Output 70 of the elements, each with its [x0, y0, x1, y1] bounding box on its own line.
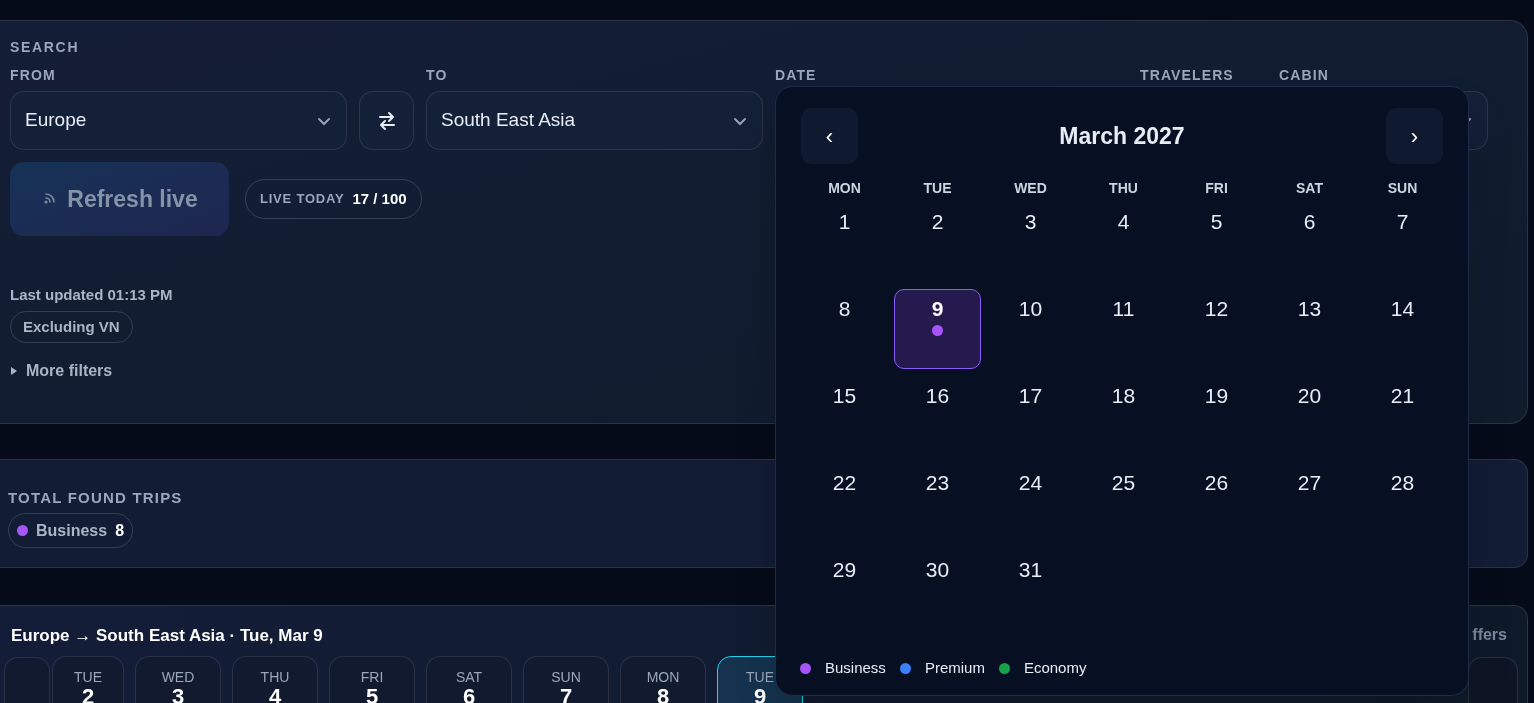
previous-month-button[interactable]: ‹	[801, 108, 858, 164]
weekday-label: SAT	[1296, 179, 1323, 198]
calendar-day[interactable]: 26	[1173, 463, 1260, 543]
calendar-day[interactable]: 22	[801, 463, 888, 543]
select-field[interactable]: South East Asia	[426, 91, 763, 150]
usage-label: LIVE TODAY	[260, 190, 345, 209]
calendar-day[interactable]: 11	[1080, 289, 1167, 369]
calendar-day[interactable]: 7	[1359, 202, 1446, 282]
calendar-day[interactable]: 23	[894, 463, 981, 543]
cabin-count: 8	[115, 520, 125, 541]
section-heading: SEARCH	[10, 39, 81, 55]
weekday-label: MON	[828, 179, 861, 198]
calendar-day[interactable]: 18	[1080, 376, 1167, 456]
weekday-label: TUE	[923, 179, 952, 198]
calendar-day[interactable]: 19	[1173, 376, 1260, 456]
calendar-day[interactable]: 3	[987, 202, 1074, 282]
calendar-day[interactable]: 21	[1359, 376, 1446, 456]
calendar-day[interactable]: 20	[1266, 376, 1353, 456]
calendar-day[interactable]: 8	[801, 289, 888, 369]
calendar-day[interactable]: 25	[1080, 463, 1167, 543]
field-label: TO	[426, 67, 449, 83]
legend-label: Business	[825, 658, 886, 678]
calendar-day[interactable]: 27	[1266, 463, 1353, 543]
calendar-day[interactable]: 28	[1359, 463, 1446, 543]
cabin-label: Business	[36, 520, 108, 541]
date-card[interactable]: WED 3	[135, 655, 221, 703]
field-label: TRAVELERS	[1140, 67, 1235, 83]
field-label: FROM	[10, 67, 57, 83]
calendar-day[interactable]: 24	[987, 463, 1074, 543]
legend-label: Premium	[924, 658, 985, 678]
calendar-day[interactable]: 12	[1173, 289, 1260, 369]
more-filters-toggle[interactable]: More filters	[10, 359, 113, 383]
weekday-label: SUN	[1387, 179, 1418, 198]
calendar-day[interactable]: 10	[987, 289, 1074, 369]
month-title: March 2027	[1059, 121, 1185, 151]
calendar-day[interactable]: 2	[894, 202, 981, 282]
calendar-day[interactable]: 1	[801, 202, 888, 282]
select-field[interactable]: Europe	[10, 91, 347, 150]
usage-value: 17 / 100	[352, 188, 407, 209]
weekday-label: FRI	[1205, 179, 1228, 198]
weekday-label: WED	[1014, 179, 1047, 198]
next-month-button[interactable]: ›	[1386, 108, 1443, 164]
calendar-day[interactable]: 4	[1080, 202, 1167, 282]
weekday-label: THU	[1109, 179, 1138, 198]
calendar-day[interactable]: 6	[1266, 202, 1353, 282]
calendar-day[interactable]: 9	[894, 289, 981, 369]
date-card[interactable]: TUE 2	[52, 655, 124, 703]
date-card[interactable]: FRI 5	[329, 655, 415, 703]
calendar-day[interactable]: 5	[1173, 202, 1260, 282]
legend-label: Economy	[1023, 658, 1087, 678]
date-card[interactable]: THU 4	[232, 655, 318, 703]
calendar-day[interactable]: 30	[894, 550, 981, 630]
calendar-day[interactable]: 17	[987, 376, 1074, 456]
swap-arrows-icon	[376, 110, 397, 131]
last-updated-text: Last updated 01:13 PM	[10, 285, 174, 304]
date-card[interactable]: SAT 6	[426, 655, 512, 703]
calendar-day[interactable]: 14	[1359, 289, 1446, 369]
swap-button[interactable]	[359, 91, 414, 150]
date-card[interactable]: SUN 7	[523, 655, 609, 703]
calendar-day[interactable]: 15	[801, 376, 888, 456]
field-label: CABIN	[1279, 67, 1330, 83]
calendar-day[interactable]: 16	[894, 376, 981, 456]
calendar-day[interactable]: 29	[801, 550, 888, 630]
results-title: Europe → South East Asia · Tue, Mar 9	[11, 625, 323, 647]
date-card[interactable]: MON 8	[620, 655, 706, 703]
calendar-day[interactable]: 13	[1266, 289, 1353, 369]
offers-label: ffers	[1472, 625, 1507, 645]
field-label: DATE	[775, 67, 818, 83]
section-heading: TOTAL FOUND TRIPS	[8, 488, 184, 505]
calendar-day[interactable]: 31	[987, 550, 1074, 630]
